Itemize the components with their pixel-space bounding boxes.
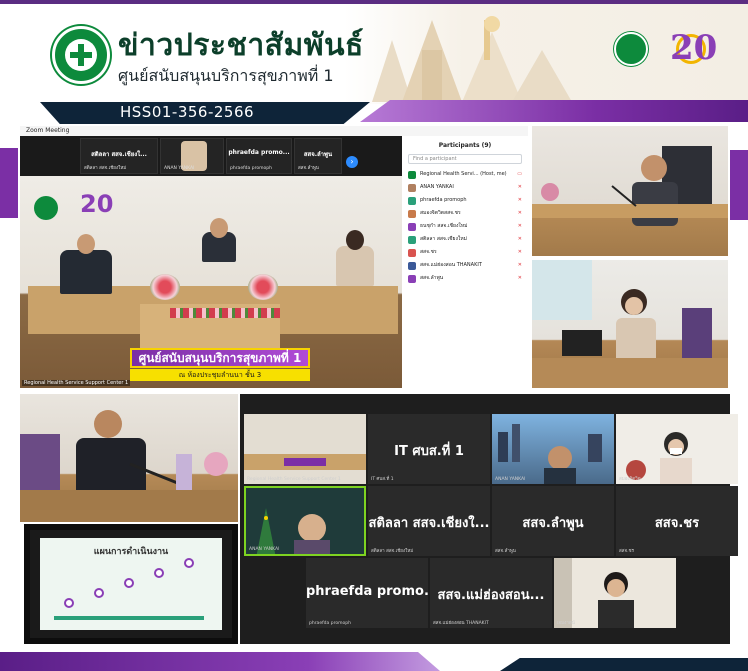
gallery-tile-active-speaker[interactable]: ANAN YANKAI bbox=[244, 486, 366, 556]
avatar bbox=[408, 184, 416, 192]
thumbnail-tile[interactable]: ANAN YANKAI bbox=[160, 138, 224, 174]
meeting-attendee bbox=[336, 230, 374, 286]
flower-arrangement bbox=[150, 274, 180, 300]
gallery-tile[interactable]: สสจ.ลำพูน สสจ.ลำพูน bbox=[492, 486, 614, 556]
ministry-logo-icon bbox=[52, 26, 110, 84]
zoom-meeting-window: Zoom Meeting สติลลา สสจ.เชียงใ... สติลลา… bbox=[20, 126, 528, 388]
gallery-tile[interactable]: Regional Health Service Support Center 1 bbox=[244, 414, 366, 484]
gallery-tile[interactable]: สติลลา สสจ.เชียงใ... สติลลา สสจ.เชียงใหม… bbox=[368, 486, 490, 556]
header-subtitle: ศูนย์สนับสนุนบริการสุขภาพที่ 1 bbox=[118, 66, 334, 85]
meeting-attendee bbox=[60, 234, 112, 294]
avatar bbox=[408, 275, 416, 283]
photo-scene bbox=[532, 146, 728, 226]
meeting-attendee bbox=[202, 218, 236, 262]
mic-muted-icon: ✕ bbox=[517, 262, 522, 268]
participant-video bbox=[626, 432, 692, 484]
step-icon bbox=[64, 598, 74, 608]
page: ข่าวประชาสัมพันธ์ ศูนย์สนับสนุนบริการสุข… bbox=[0, 0, 748, 671]
avatar bbox=[408, 249, 416, 257]
video-icon: ▭ bbox=[517, 171, 522, 177]
news-code: HSS01-356-2566 bbox=[120, 103, 255, 121]
speaker-thumbnail-strip: สติลลา สสจ.เชียงใ... สติลลา สสจ.เชียงใหม… bbox=[20, 136, 402, 176]
zoom-gallery-view: Regional Health Service Support Center 1… bbox=[240, 394, 738, 644]
participants-panel: Participants (9) Find a participant Regi… bbox=[402, 136, 528, 388]
participant-list: Regional Health Servi... (Host, me) ▭ ANA… bbox=[408, 168, 524, 285]
gallery-tile[interactable]: สสจ.ชร สสจ.ชร bbox=[616, 486, 738, 556]
participant-item[interactable]: ANAN YANKAI ✕ bbox=[408, 181, 524, 194]
step-icon bbox=[184, 558, 194, 568]
participant-video bbox=[256, 508, 330, 554]
mic-muted-icon: ✕ bbox=[517, 210, 522, 216]
wall-logo-icon bbox=[34, 196, 58, 220]
avatar bbox=[408, 210, 416, 218]
photo-speaker-microphone bbox=[20, 394, 238, 522]
avatar bbox=[408, 262, 416, 270]
participant-item[interactable]: ธนชุกำ สสจ.เชียงใหม่ ✕ bbox=[408, 220, 524, 233]
department-logo-icon bbox=[614, 32, 648, 66]
participant-item[interactable]: สมองจิตวิตสสจ.ชร ✕ bbox=[408, 207, 524, 220]
participants-title: Participants (9) bbox=[438, 142, 492, 149]
gallery-tile[interactable]: phraefda promo... phraefda promoph bbox=[306, 558, 428, 628]
mic-muted-icon: ✕ bbox=[517, 197, 522, 203]
zoom-title-bar: Zoom Meeting bbox=[20, 126, 528, 136]
speaker-name-label: Regional Health Service Support Center 1 bbox=[22, 380, 131, 386]
main-speaker-video: 20 ศูนย์สนับสนุนบริการสุขภาพที่ 1 ณ ห้อง… bbox=[20, 176, 402, 388]
center-banner-location: ณ ห้องประชุมลำนนา ชั้น 3 bbox=[130, 369, 310, 381]
participant-item[interactable]: สสจ.แม่ฮ่องสอน THANAKIT ✕ bbox=[408, 259, 524, 272]
slide-title: แผนการดำเนินงาน bbox=[93, 547, 169, 557]
step-icon bbox=[124, 578, 134, 588]
participant-item[interactable]: สสจ.ชร ✕ bbox=[408, 246, 524, 259]
participant-video bbox=[554, 558, 634, 628]
presentation-slide: แผนการดำเนินงาน bbox=[40, 538, 222, 630]
photo-female-speaker bbox=[532, 260, 728, 388]
participant-item[interactable]: Regional Health Servi... (Host, me) ▭ bbox=[408, 168, 524, 181]
mic-muted-icon: ✕ bbox=[517, 236, 522, 242]
side-decoration-right bbox=[730, 150, 748, 220]
thumbnail-tile[interactable]: สติลลา สสจ.เชียงใ... สติลลา สสจ.เชียงใหม… bbox=[80, 138, 158, 174]
next-page-button[interactable]: › bbox=[346, 156, 358, 168]
anniversary-logo-icon: 20 bbox=[670, 28, 718, 68]
photo-male-speaker bbox=[532, 126, 728, 256]
flower-arrangement bbox=[248, 274, 278, 300]
photo-scene bbox=[532, 260, 728, 388]
avatar bbox=[408, 197, 416, 205]
slide-baseline bbox=[54, 616, 204, 620]
gallery-tile[interactable]: ANAN YANKAI bbox=[492, 414, 614, 484]
participant-item[interactable]: สสจ.ลำพูน ✕ bbox=[408, 272, 524, 285]
gallery-tile[interactable]: สมองจิตวิต bbox=[616, 414, 738, 484]
avatar bbox=[408, 236, 416, 244]
presentation-screen: แผนการดำเนินงาน bbox=[24, 524, 238, 644]
mic-muted-icon: ✕ bbox=[517, 223, 522, 229]
room-video bbox=[244, 454, 366, 470]
center-banner: ศูนย์สนับสนุนบริการสุขภาพที่ 1 bbox=[130, 348, 310, 368]
photo-scene bbox=[20, 410, 238, 522]
thumbnail-tile[interactable]: phraefda promo... phraefda promoph bbox=[226, 138, 292, 174]
footer-navy-band bbox=[500, 658, 748, 671]
step-icon bbox=[154, 568, 164, 578]
gallery-tile[interactable]: IT ศบส.ที่ 1 IT ศบส.ที่ 1 bbox=[368, 414, 490, 484]
zoom-window-title: Zoom Meeting bbox=[26, 127, 70, 134]
side-decoration-left bbox=[0, 148, 18, 218]
flower-row bbox=[170, 308, 280, 318]
step-icon bbox=[94, 588, 104, 598]
mic-muted-icon: ✕ bbox=[517, 275, 522, 281]
header-purple-band bbox=[360, 100, 748, 122]
participant-item[interactable]: phraefda promoph ✕ bbox=[408, 194, 524, 207]
header-title: ข่าวประชาสัมพันธ์ bbox=[118, 28, 364, 63]
participant-item[interactable]: สติลลา สสจ.เชียงใหม่ ✕ bbox=[408, 233, 524, 246]
mic-muted-icon: ✕ bbox=[517, 184, 522, 190]
thumbnail-tile[interactable]: สสจ.ลำพูน สสจ.ลำพูน bbox=[294, 138, 342, 174]
gallery-tile[interactable]: สสจ.แม่ฮ่องสอน... สสจ.แม่ฮ่องสอน THANAKI… bbox=[430, 558, 552, 628]
wall-anniversary-icon: 20 bbox=[80, 190, 114, 218]
avatar bbox=[408, 223, 416, 231]
gallery-tile[interactable]: เจมงาตน์ bbox=[554, 558, 676, 628]
participant-search-input[interactable]: Find a participant bbox=[408, 154, 522, 164]
avatar bbox=[408, 171, 416, 179]
temple-decoration bbox=[372, 16, 572, 102]
city-background bbox=[498, 424, 602, 484]
mic-muted-icon: ✕ bbox=[517, 249, 522, 255]
footer-purple-band bbox=[0, 652, 440, 671]
